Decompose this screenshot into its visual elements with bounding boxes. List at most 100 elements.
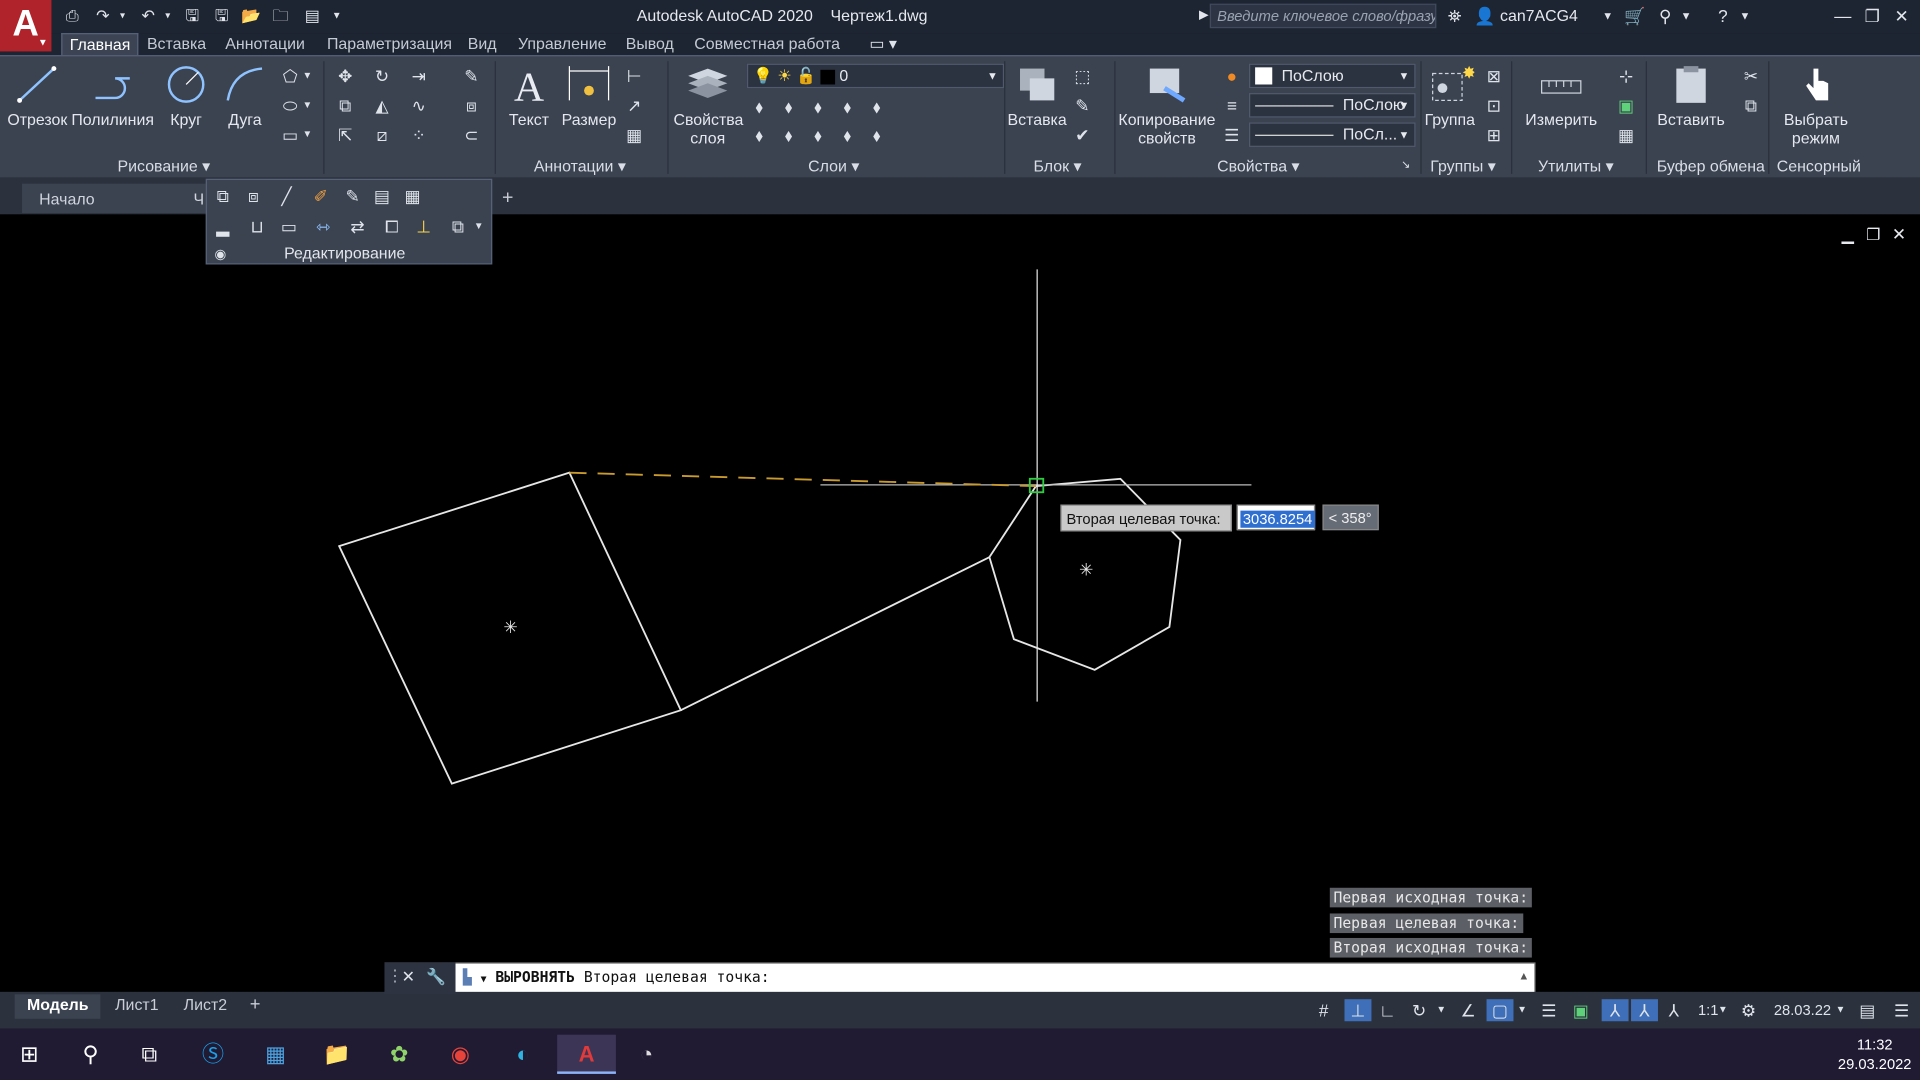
copy-icon[interactable]: ⧉ <box>333 93 357 117</box>
layer-tool-icon[interactable]: ⬧ <box>747 94 771 118</box>
edit-tool-icon[interactable]: ⊥ <box>411 214 435 238</box>
edge-icon[interactable]: ◐ <box>498 1035 547 1074</box>
command-history-expand-icon[interactable]: ▲ <box>1518 970 1529 982</box>
calculator-icon[interactable]: ▦ <box>1614 122 1638 146</box>
save-as-icon[interactable]: 🖫 <box>181 5 203 27</box>
minimize-icon[interactable]: — <box>1832 5 1854 27</box>
fillet-icon[interactable]: ∿ <box>407 93 431 117</box>
tab-drawing-partial[interactable]: Ч <box>193 190 204 208</box>
close-icon[interactable]: ✕ <box>1891 5 1913 27</box>
osnap-dropdown-icon[interactable]: ▼ <box>1516 999 1528 1021</box>
tab-annotate[interactable]: Аннотации <box>218 33 312 55</box>
group-edit-icon[interactable]: ⊡ <box>1482 93 1506 117</box>
color-wheel-icon[interactable]: ● <box>1220 64 1244 88</box>
edit-tool-icon[interactable]: ▤ <box>370 184 394 208</box>
application-menu-button[interactable]: A ▼ <box>0 0 52 52</box>
connecting-line[interactable] <box>680 556 990 712</box>
trim-icon[interactable]: ⇥ <box>407 64 431 88</box>
line-button[interactable]: Отрезок <box>7 64 67 129</box>
move-icon[interactable]: ✥ <box>333 64 357 88</box>
group-button[interactable]: ✸ Группа <box>1423 64 1477 129</box>
leader-icon[interactable]: ↗ <box>622 93 646 117</box>
tab-manage[interactable]: Управление <box>511 33 614 55</box>
rectangle-dropdown-icon[interactable]: ▼ <box>301 122 313 146</box>
rotate-icon[interactable]: ↻ <box>370 64 394 88</box>
tab-home[interactable]: Главная <box>61 33 139 56</box>
annotation-scale-icon[interactable]: ⅄ <box>1663 999 1685 1021</box>
groups-panel-title[interactable]: Группы ▾ <box>1430 157 1495 177</box>
layer-tool-icon[interactable]: ⬧ <box>806 122 830 146</box>
calculator-app-icon[interactable]: ▦ <box>251 1035 300 1074</box>
layer-tool-icon[interactable]: ⬧ <box>806 94 830 118</box>
dimension-button[interactable]: Размер <box>561 64 617 129</box>
properties-panel-title[interactable]: Свойства ▾ <box>1217 157 1299 177</box>
polygon-icon[interactable]: ⬠ <box>278 64 302 88</box>
annotation-visibility-icon[interactable]: ⅄ <box>1601 999 1629 1022</box>
paste-button[interactable]: Вставить <box>1653 64 1729 129</box>
open-icon[interactable]: 📂 <box>240 5 262 27</box>
scale-dropdown-icon[interactable]: ▼ <box>1717 999 1729 1021</box>
properties-launcher-icon[interactable]: ↘ <box>1398 157 1413 172</box>
stretch-icon[interactable]: ⇱ <box>333 122 357 146</box>
tab-parametric[interactable]: Параметризация <box>320 33 460 55</box>
customize-statusbar-icon[interactable]: ☰ <box>1891 999 1913 1021</box>
cut-icon[interactable]: ✂ <box>1739 64 1763 88</box>
insert-block-button[interactable]: Вставка <box>1007 64 1068 129</box>
chrome-icon[interactable]: ◉ <box>436 1035 485 1074</box>
new-tab-plus-icon[interactable]: + <box>502 187 513 209</box>
osnap-toggle-icon[interactable]: ▢ <box>1486 999 1514 1022</box>
workspace-icon[interactable]: ▤ <box>301 5 323 27</box>
layer-tool-icon[interactable]: ⬧ <box>835 122 859 146</box>
recent-commands-dropdown-icon[interactable]: ▼ <box>481 973 487 984</box>
tab-view[interactable]: Вид <box>460 33 504 55</box>
select-mode-button[interactable]: Выбрать режим <box>1776 64 1857 147</box>
app-icon[interactable]: ✿ <box>375 1035 424 1074</box>
layer-tool-icon[interactable]: ⬧ <box>747 122 771 146</box>
tab-start[interactable]: Начало Ч <box>22 183 206 214</box>
group-select-icon[interactable]: ⊞ <box>1482 122 1506 146</box>
mirror-icon[interactable]: ◭ <box>370 93 394 117</box>
skype-icon[interactable]: Ⓢ <box>189 1035 238 1074</box>
edit-tool-icon[interactable]: ⇄ <box>345 214 369 238</box>
attributes-icon[interactable]: ✔ <box>1070 122 1094 146</box>
settings-gear-icon[interactable]: ⚙ <box>1736 999 1760 1021</box>
tab-insert[interactable]: Вставка <box>140 33 214 55</box>
select-all-icon[interactable]: ▣ <box>1614 93 1638 117</box>
pin-icon[interactable]: ◉ <box>208 242 232 266</box>
add-layout-icon[interactable]: + <box>250 994 261 1015</box>
polar-dropdown-icon[interactable]: ▼ <box>1435 999 1447 1021</box>
annotation-panel-title[interactable]: Аннотации ▾ <box>534 157 626 177</box>
connect-icon[interactable]: ⚲ <box>1653 5 1677 27</box>
edit-tool-icon[interactable]: ⧈ <box>241 184 265 208</box>
layer-tool-icon[interactable]: ⬧ <box>864 122 888 146</box>
edit-block-icon[interactable]: ✎ <box>1070 93 1094 117</box>
ortho-icon[interactable]: ∟ <box>1376 999 1398 1021</box>
arc-button[interactable]: Дуга <box>220 64 269 129</box>
tab-collaborate[interactable]: Совместная работа <box>687 33 847 55</box>
edit-tool-icon[interactable]: ⧠ <box>380 214 404 238</box>
file-explorer-icon[interactable]: 📁 <box>312 1035 361 1074</box>
polygon-dropdown-icon[interactable]: ▼ <box>301 64 313 88</box>
user-dropdown-icon[interactable]: ▼ <box>1602 5 1614 27</box>
task-view-icon[interactable]: ⧉ <box>125 1035 174 1074</box>
drawing-area[interactable]: ✳ ✳ <box>0 217 1920 992</box>
draw-order-dropdown-icon[interactable]: ▼ <box>473 214 485 238</box>
grid-icon[interactable]: # <box>1313 999 1335 1021</box>
connect-dropdown-icon[interactable]: ▼ <box>1680 5 1692 27</box>
edit-tool-icon[interactable]: ✎ <box>340 184 364 208</box>
linetype-icon[interactable]: ≡ <box>1220 93 1244 117</box>
status-date-dropdown-icon[interactable]: ▼ <box>1834 999 1846 1021</box>
dynamic-input-distance[interactable]: 3036.8254 <box>1236 504 1316 531</box>
edit-tool-icon[interactable]: ⊔ <box>245 214 269 238</box>
edit-tool-icon[interactable]: ▭ <box>277 214 301 238</box>
print-icon[interactable]: ⎙ <box>61 5 83 27</box>
search-expand-icon[interactable]: ▶ <box>1198 5 1210 27</box>
tab-model[interactable]: Модель <box>14 994 101 1019</box>
clipboard-panel-title[interactable]: Буфер обмена <box>1657 157 1765 177</box>
quick-properties-icon[interactable]: ▤ <box>1856 999 1878 1021</box>
status-date[interactable]: 28.03.22 <box>1768 999 1837 1021</box>
color-dropdown[interactable]: ПоСлою ▼ <box>1248 63 1416 89</box>
save-icon[interactable]: 🖫 <box>211 5 233 27</box>
edit-tool-icon[interactable]: ▦ <box>400 184 424 208</box>
search-input[interactable]: Введите ключевое слово/фразу <box>1209 3 1437 29</box>
